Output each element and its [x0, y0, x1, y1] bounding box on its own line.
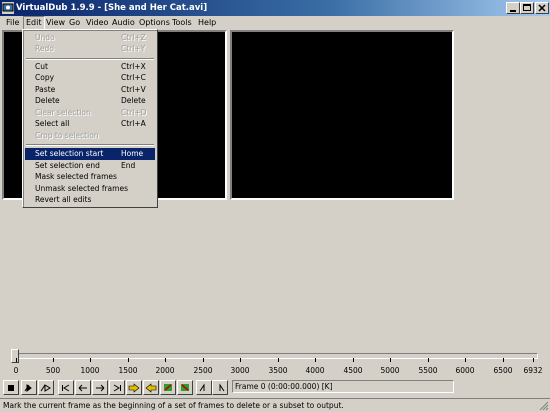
tick-mark — [465, 358, 466, 362]
tick-mark — [353, 358, 354, 362]
frame-indicator: Frame 0 (0:00:00.000) [K] — [232, 380, 454, 393]
minimize-icon — [510, 10, 516, 12]
menu-edit[interactable]: Edit — [23, 16, 45, 30]
previous-frame-icon — [78, 384, 87, 392]
mark-out-icon — [219, 383, 225, 392]
menu-item-mask-selected-frames[interactable]: Mask selected frames — [25, 171, 155, 183]
tick-label: 5500 — [418, 366, 438, 375]
scene-back-button[interactable] — [160, 380, 176, 395]
tick-label: 1500 — [118, 366, 138, 375]
menu-item-redo[interactable]: Redo Ctrl+Y — [25, 43, 155, 55]
tick-mark — [240, 358, 241, 362]
tick-label: 0 — [13, 366, 19, 375]
menu-tools[interactable]: Tools — [170, 17, 194, 29]
tick-mark — [128, 358, 129, 362]
tick-label: 6932 — [523, 366, 543, 375]
tick-mark — [53, 358, 54, 362]
menu-item-set-selection-start[interactable]: Set selection start Home — [25, 148, 155, 160]
mark-in-icon — [199, 383, 205, 392]
maximize-icon — [523, 4, 531, 11]
tick-label: 6500 — [493, 366, 513, 375]
play-input-icon — [24, 384, 32, 392]
output-video-pane[interactable] — [230, 30, 454, 200]
next-frame-button[interactable] — [92, 380, 108, 395]
previous-frame-button[interactable] — [75, 380, 91, 395]
tick-mark — [165, 358, 166, 362]
tick-label: 6000 — [455, 366, 475, 375]
tick-mark — [16, 358, 17, 362]
tick-mark — [315, 358, 316, 362]
menu-view[interactable]: View — [44, 17, 67, 29]
go-to-end-button[interactable] — [109, 380, 125, 395]
tick-label: 5000 — [380, 366, 400, 375]
scene-back-icon — [164, 384, 172, 391]
menu-separator — [26, 58, 154, 60]
previous-key-icon — [128, 383, 140, 393]
close-button[interactable] — [535, 2, 549, 14]
tick-label: 500 — [45, 366, 61, 375]
play-output-icon — [40, 384, 51, 392]
menu-item-select-all[interactable]: Select all Ctrl+A — [25, 118, 155, 130]
menu-go[interactable]: Go — [67, 17, 82, 29]
timeline-ticks: 0 500 1000 1500 2000 2500 3000 3500 4000… — [0, 358, 550, 378]
tick-mark — [428, 358, 429, 362]
tick-mark — [203, 358, 204, 362]
title-bar: VirtualDub 1.9.9 - [She and Her Cat.avi] — [0, 0, 550, 16]
menu-file[interactable]: File — [4, 17, 21, 29]
next-keyframe-button[interactable] — [143, 380, 159, 395]
status-text: Mark the current frame as the beginning … — [3, 401, 344, 410]
tick-mark — [503, 358, 504, 362]
minimize-button[interactable] — [506, 2, 520, 14]
stop-button[interactable] — [3, 380, 19, 395]
maximize-button[interactable] — [520, 2, 534, 14]
app-icon[interactable] — [2, 2, 14, 14]
tick-label: 3000 — [230, 366, 250, 375]
tick-label: 1000 — [80, 366, 100, 375]
close-icon — [538, 4, 546, 12]
menu-item-crop-to-selection[interactable]: Crop to selection — [25, 130, 155, 142]
menu-help[interactable]: Help — [196, 17, 218, 29]
mark-in-button[interactable] — [196, 380, 212, 395]
window-title: VirtualDub 1.9.9 - [She and Her Cat.avi] — [16, 3, 208, 13]
menu-item-delete[interactable]: Delete Delete — [25, 95, 155, 107]
stop-icon — [8, 385, 14, 391]
menu-separator — [26, 144, 154, 146]
go-to-end-icon — [113, 384, 121, 392]
menu-item-revert-all-edits[interactable]: Revert all edits — [25, 194, 155, 206]
menu-audio[interactable]: Audio — [110, 17, 137, 29]
status-bar: Mark the current frame as the beginning … — [0, 398, 550, 412]
tick-label: 4000 — [305, 366, 325, 375]
menu-options[interactable]: Options — [137, 17, 172, 29]
tick-label: 3500 — [268, 366, 288, 375]
play-output-button[interactable] — [38, 380, 54, 395]
mark-out-button[interactable] — [212, 380, 228, 395]
go-to-start-button[interactable] — [58, 380, 74, 395]
next-frame-icon — [96, 384, 105, 392]
tick-mark — [278, 358, 279, 362]
tick-label: 4500 — [343, 366, 363, 375]
scene-forward-button[interactable] — [177, 380, 193, 395]
menu-item-copy[interactable]: Copy Ctrl+C — [25, 72, 155, 84]
previous-keyframe-button[interactable] — [126, 380, 142, 395]
resize-grip-icon[interactable] — [539, 401, 549, 411]
play-input-button[interactable] — [21, 380, 37, 395]
go-to-start-icon — [62, 384, 70, 392]
menu-bar: File Edit View Go Video Audio Options To… — [0, 16, 550, 30]
menu-video[interactable]: Video — [84, 17, 110, 29]
tick-label: 2500 — [193, 366, 213, 375]
next-key-icon — [145, 383, 157, 393]
tick-mark — [533, 358, 534, 362]
tick-mark — [90, 358, 91, 362]
tick-mark — [390, 358, 391, 362]
scene-forward-icon — [181, 384, 189, 391]
tick-label: 2000 — [155, 366, 175, 375]
edit-menu-dropdown: Undo Ctrl+Z Redo Ctrl+Y Cut Ctrl+X Copy … — [22, 29, 158, 208]
